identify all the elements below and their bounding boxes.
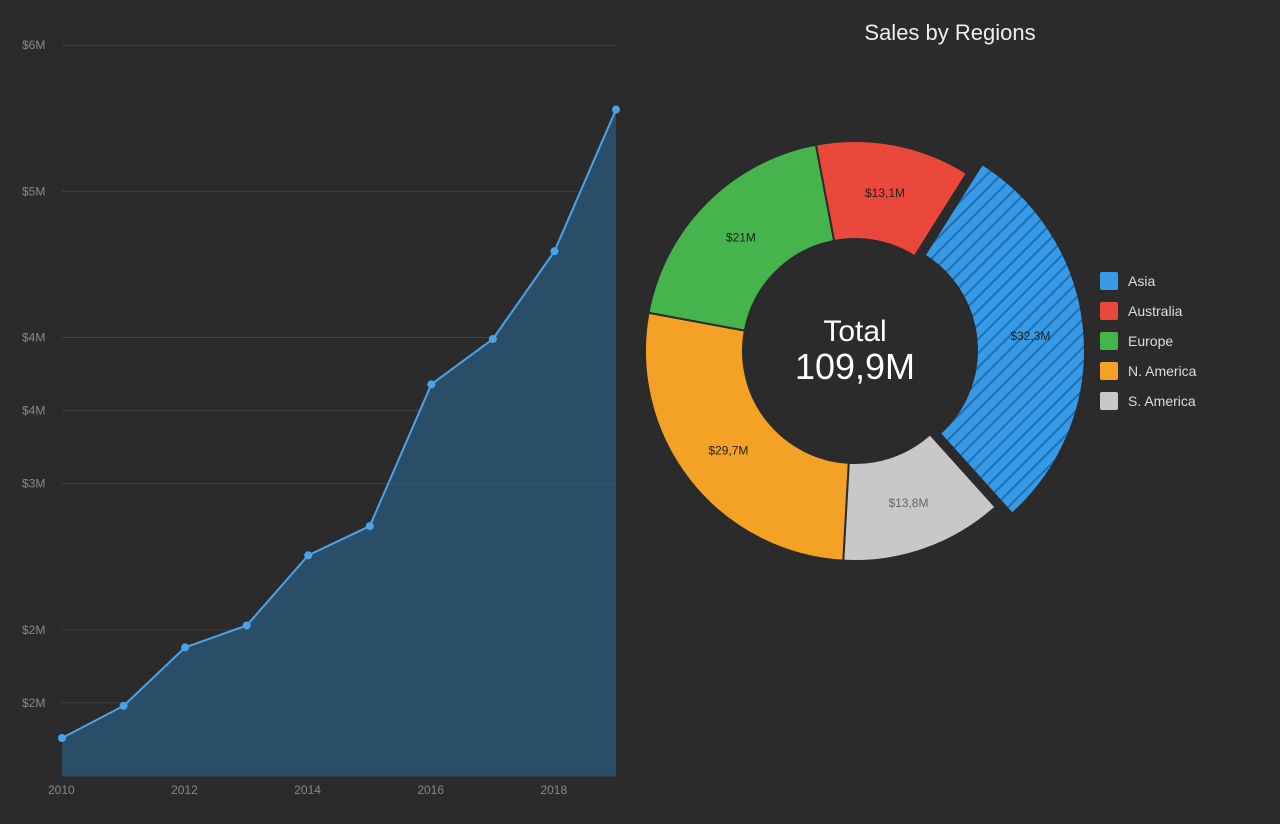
legend-item-n-america[interactable]: N. America	[1100, 362, 1196, 380]
legend-item-europe[interactable]: Europe	[1100, 332, 1196, 350]
x-tick-label: 2018	[540, 783, 567, 797]
donut-center-label: Total	[823, 315, 886, 348]
donut-title: Sales by Regions	[864, 20, 1035, 46]
legend-swatch	[1100, 272, 1118, 290]
donut-chart-panel: Sales by Regions $13,8M$29,7M$21M$13,1M$…	[620, 0, 1280, 824]
legend-label: S. America	[1128, 393, 1196, 409]
donut-legend: Asia Australia Europe N. America S. America	[1100, 272, 1196, 410]
legend-item-asia[interactable]: Asia	[1100, 272, 1196, 290]
y-tick-label: $2M	[22, 623, 45, 637]
donut-chart[interactable]: $13,8M $29,7M $21M $13,1M $32,3M Total109,9M	[620, 116, 1090, 586]
donut-center-value: 109,9M	[795, 346, 915, 387]
x-tick-label: 2010	[48, 783, 75, 797]
x-tick-label: 2012	[171, 783, 198, 797]
y-tick-label: $2M	[22, 696, 45, 710]
donut-slice-label: $13,8M	[888, 496, 928, 510]
donut-slice-label: $13,1M	[865, 186, 905, 200]
legend-swatch	[1100, 332, 1118, 350]
legend-label: Asia	[1128, 273, 1155, 289]
y-tick-label: $3M	[22, 477, 45, 491]
y-tick-label: $6M	[22, 38, 45, 52]
y-tick-label: $4M	[22, 331, 45, 345]
y-tick-label: $5M	[22, 184, 45, 198]
legend-item-s-america[interactable]: S. America	[1100, 392, 1196, 410]
legend-swatch	[1100, 392, 1118, 410]
donut-slice-label: $21M	[726, 230, 756, 244]
y-tick-label: $4M	[22, 404, 45, 418]
legend-swatch	[1100, 302, 1118, 320]
area-chart-panel: $2M $2M $3M $4M $4M $5M $6M 2010 2012 2014 2016 201…	[0, 0, 620, 824]
x-tick-label: 2016	[417, 783, 444, 797]
donut-slice-label: $32,3M	[1010, 329, 1050, 343]
legend-label: Australia	[1128, 303, 1182, 319]
legend-swatch	[1100, 362, 1118, 380]
legend-item-australia[interactable]: Australia	[1100, 302, 1196, 320]
x-tick-label: 2014	[294, 783, 321, 797]
donut-slice-label: $29,7M	[708, 443, 748, 457]
legend-label: N. America	[1128, 363, 1196, 379]
area-chart[interactable]: $2M $2M $3M $4M $4M $5M $6M 2010 2012 2014 2016 201…	[20, 10, 620, 804]
legend-label: Europe	[1128, 333, 1173, 349]
